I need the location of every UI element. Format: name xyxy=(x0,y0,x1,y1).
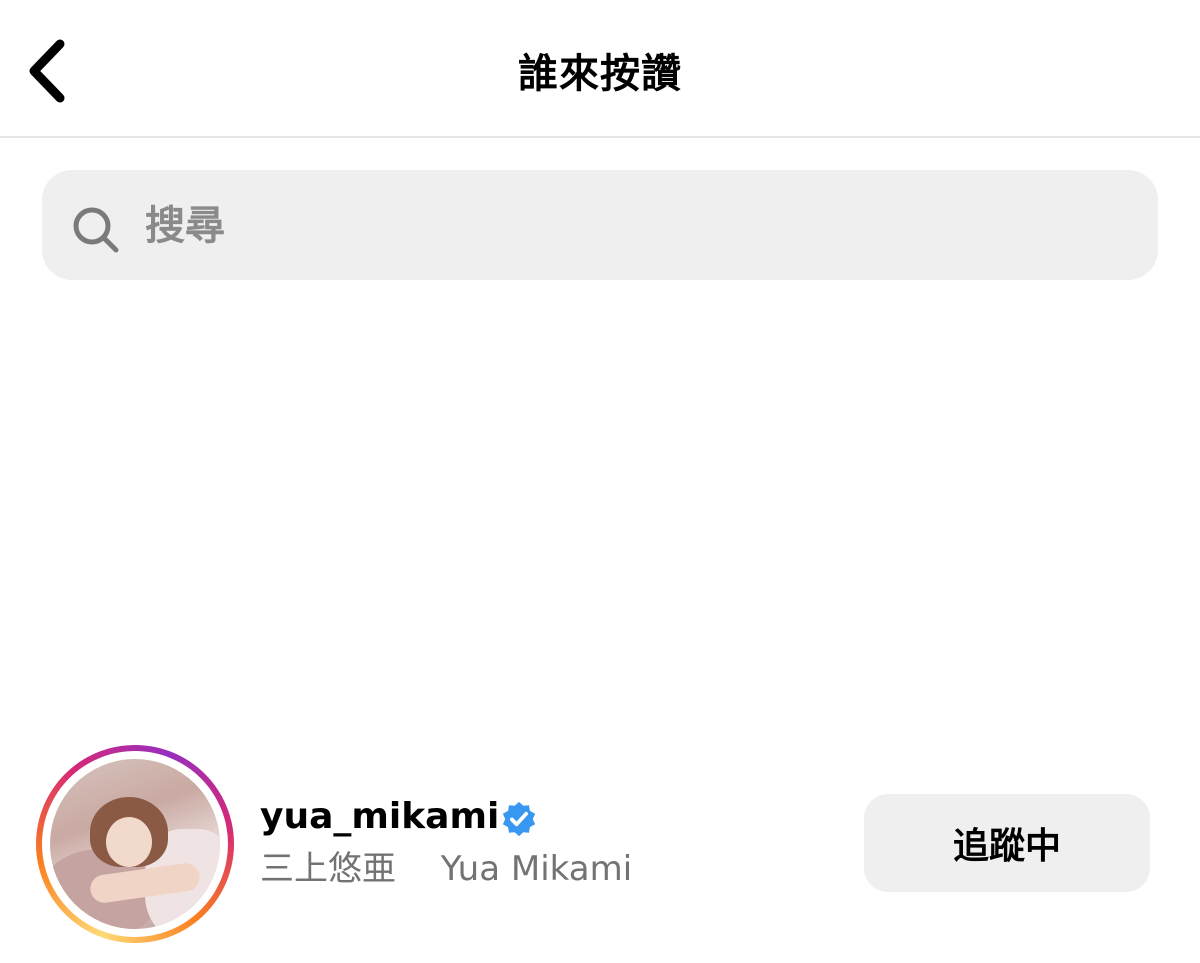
top-bar: 誰來按讚 xyxy=(0,0,1200,138)
following-button[interactable]: 追蹤中 xyxy=(864,794,1150,892)
story-ring[interactable] xyxy=(36,745,234,943)
search-input[interactable] xyxy=(145,196,1045,256)
search-icon xyxy=(73,207,119,253)
list-item[interactable]: yua_mikami 三上悠亜 Yua Mikami 追蹤中 xyxy=(0,740,1200,945)
avatar-face xyxy=(106,817,152,867)
page-title: 誰來按讚 xyxy=(518,51,682,97)
username[interactable]: yua_mikami xyxy=(260,792,499,842)
full-name: 三上悠亜 Yua Mikami xyxy=(260,849,633,889)
avatar xyxy=(50,759,220,929)
verified-badge-icon xyxy=(502,801,536,837)
